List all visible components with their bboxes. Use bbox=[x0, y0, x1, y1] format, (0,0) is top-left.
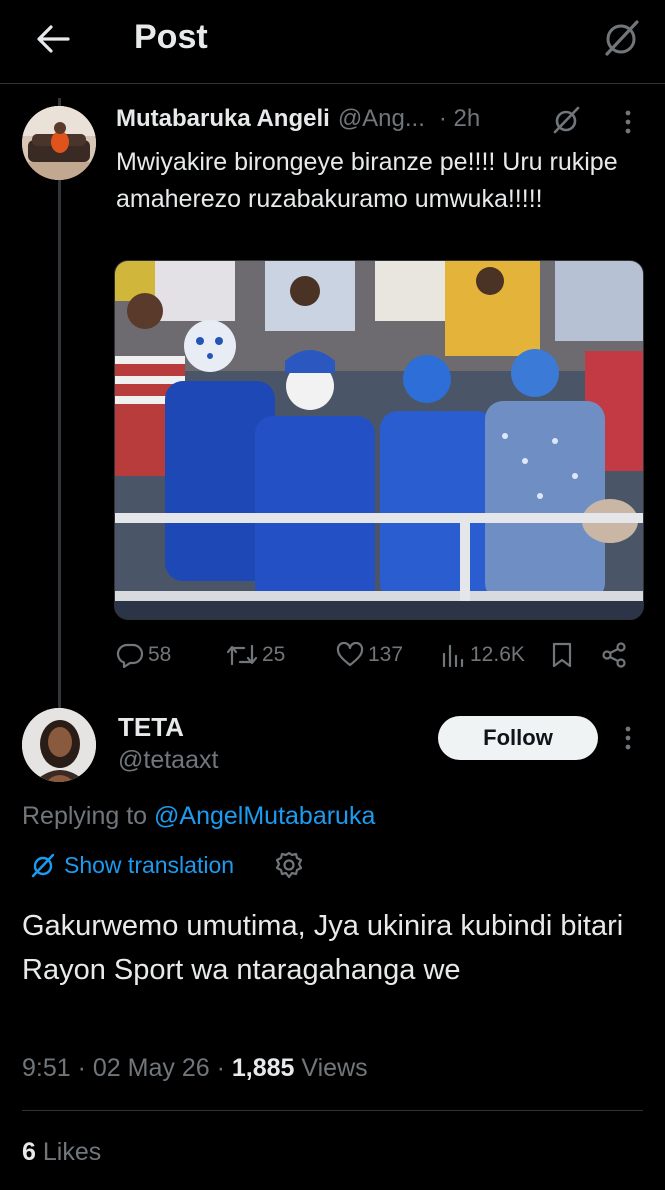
bookmark-icon bbox=[552, 642, 572, 668]
replying-prefix: Replying to bbox=[22, 802, 148, 830]
parent-post[interactable]: Mutabaruka Angeli @Ang... · 2h Mwiyakire… bbox=[0, 90, 665, 690]
like-button[interactable]: 137 bbox=[336, 638, 403, 672]
repost-count: 25 bbox=[262, 643, 286, 666]
like-count: 137 bbox=[368, 643, 404, 666]
likes-summary[interactable]: 6 Likes bbox=[22, 1138, 101, 1167]
author-name[interactable]: Mutabaruka Angeli bbox=[116, 105, 330, 133]
divider bbox=[22, 1110, 643, 1111]
post-date[interactable]: 02 May 26 bbox=[93, 1054, 210, 1082]
grok-button[interactable] bbox=[599, 16, 643, 60]
avatar[interactable] bbox=[22, 708, 96, 782]
repost-icon bbox=[226, 644, 258, 666]
analytics-icon bbox=[442, 644, 464, 668]
views-label: Views bbox=[301, 1054, 368, 1082]
reply-icon bbox=[116, 643, 144, 668]
author-handle[interactable]: @Ang... bbox=[338, 105, 425, 133]
likes-label: Likes bbox=[42, 1138, 102, 1166]
follow-button[interactable]: Follow bbox=[438, 716, 598, 760]
page-title: Post bbox=[134, 18, 208, 56]
show-translation-label: Show translation bbox=[64, 851, 235, 878]
author-handle[interactable]: @tetaaxt bbox=[118, 746, 218, 775]
views-count: 1,885 bbox=[231, 1054, 295, 1082]
post-text: Mwiyakire birongeye biranze pe!!!! Uru r… bbox=[116, 148, 618, 213]
author-name[interactable]: TETA bbox=[118, 712, 184, 743]
post-time[interactable]: 9:51 bbox=[22, 1054, 71, 1082]
reply-button[interactable]: 58 bbox=[116, 638, 171, 672]
views-count: 12.6K bbox=[470, 643, 525, 666]
post-photo[interactable] bbox=[114, 260, 644, 620]
post-text: Gakurwemo umutima, Jya ukinira kubindi b… bbox=[22, 910, 624, 986]
replying-to: Replying to @AngelMutabaruka bbox=[22, 802, 375, 831]
bookmark-button[interactable] bbox=[550, 638, 578, 672]
more-options-icon[interactable] bbox=[614, 108, 642, 136]
grok-icon[interactable] bbox=[550, 106, 582, 134]
gear-icon[interactable] bbox=[274, 850, 304, 880]
post-actions: 58 25 137 12.6K bbox=[114, 638, 644, 672]
share-button[interactable] bbox=[600, 638, 632, 672]
top-bar: Post bbox=[0, 0, 665, 84]
more-options-icon[interactable] bbox=[614, 724, 642, 752]
arrow-left-icon bbox=[37, 25, 70, 53]
heart-icon bbox=[336, 642, 364, 667]
show-translation-button[interactable]: Show translation bbox=[30, 848, 234, 882]
post-header: Mutabaruka Angeli @Ang... · 2h bbox=[116, 104, 480, 134]
back-button[interactable] bbox=[30, 16, 76, 62]
likes-count: 6 bbox=[22, 1138, 36, 1166]
post-time[interactable]: · 2h bbox=[439, 105, 480, 133]
views-button[interactable]: 12.6K bbox=[440, 638, 525, 672]
repost-button[interactable]: 25 bbox=[226, 638, 285, 672]
reply-count: 58 bbox=[148, 643, 172, 666]
grok-icon bbox=[605, 20, 639, 56]
avatar[interactable] bbox=[22, 106, 96, 180]
grok-icon bbox=[31, 853, 55, 878]
share-icon bbox=[602, 642, 626, 668]
replying-to-mention[interactable]: @AngelMutabaruka bbox=[154, 802, 375, 830]
post-meta: 9:51 · 02 May 26 · 1,885 Views bbox=[22, 1054, 368, 1082]
